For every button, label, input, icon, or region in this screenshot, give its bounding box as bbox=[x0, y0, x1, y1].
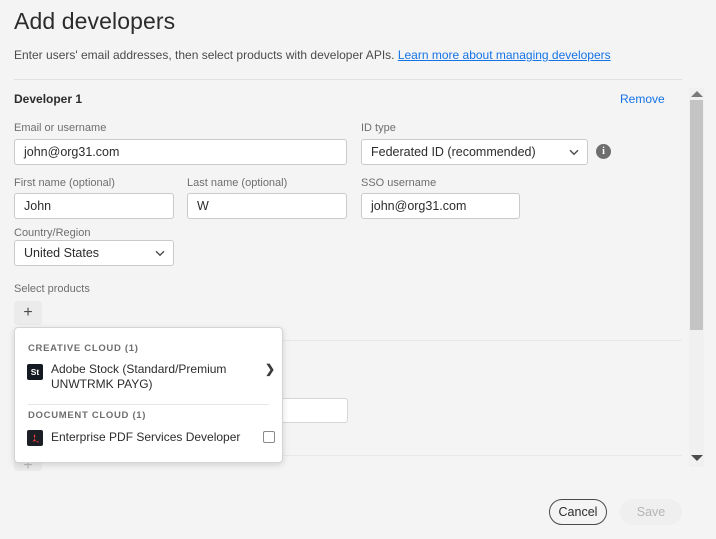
first-name-label: First name (optional) bbox=[14, 177, 115, 189]
save-button[interactable]: Save bbox=[620, 499, 682, 525]
id-type-select[interactable]: Federated ID (recommended) bbox=[361, 139, 588, 165]
subtitle-text: Enter users' email addresses, then selec… bbox=[14, 48, 395, 62]
country-label: Country/Region bbox=[14, 227, 91, 239]
product-selection-popup: CREATIVE CLOUD (1) St Adobe Stock (Stand… bbox=[14, 327, 283, 463]
last-name-input[interactable]: W bbox=[187, 193, 347, 219]
page-title: Add developers bbox=[14, 8, 176, 34]
product-group-heading-document-cloud: DOCUMENT CLOUD (1) bbox=[28, 410, 147, 421]
sso-username-input[interactable]: john@org31.com bbox=[361, 193, 520, 219]
scroll-down-arrow-icon[interactable] bbox=[691, 455, 703, 461]
email-input[interactable]: john@org31.com bbox=[14, 139, 347, 165]
page-subtitle: Enter users' email addresses, then selec… bbox=[14, 48, 611, 62]
add-product-button[interactable]: + bbox=[14, 301, 42, 325]
add-developers-dialog: Add developers Enter users' email addres… bbox=[0, 0, 716, 539]
product-name-enterprise-pdf: Enterprise PDF Services Developer bbox=[51, 430, 241, 444]
select-products-label: Select products bbox=[14, 283, 90, 295]
developer-section-label: Developer 1 bbox=[14, 92, 83, 106]
info-icon[interactable]: i bbox=[596, 144, 611, 159]
chevron-down-icon bbox=[569, 149, 579, 156]
product-group-heading-creative-cloud: CREATIVE CLOUD (1) bbox=[28, 343, 139, 354]
first-name-input[interactable]: John bbox=[14, 193, 174, 219]
remove-developer-link[interactable]: Remove bbox=[620, 92, 665, 106]
id-type-label: ID type bbox=[361, 122, 396, 134]
scroll-up-arrow-icon[interactable] bbox=[691, 91, 703, 97]
cancel-button[interactable]: Cancel bbox=[549, 499, 607, 525]
header-divider bbox=[14, 79, 682, 80]
product-row-enterprise-pdf[interactable]: Enterprise PDF Services Developer bbox=[15, 429, 282, 451]
country-select[interactable]: United States bbox=[14, 240, 174, 266]
acrobat-icon bbox=[27, 430, 43, 446]
country-value: United States bbox=[24, 246, 100, 260]
learn-more-link[interactable]: Learn more about managing developers bbox=[398, 48, 611, 62]
vertical-scrollbar-thumb[interactable] bbox=[690, 100, 703, 330]
email-label: Email or username bbox=[14, 122, 107, 134]
chevron-down-icon bbox=[155, 250, 165, 257]
popup-group-divider bbox=[28, 404, 269, 405]
last-name-label: Last name (optional) bbox=[187, 177, 288, 189]
sso-username-label: SSO username bbox=[361, 177, 437, 189]
adobe-stock-icon: St bbox=[27, 364, 43, 380]
product-row-adobe-stock[interactable]: St Adobe Stock (Standard/Premium UNWTRMK… bbox=[15, 362, 282, 396]
product-checkbox-enterprise-pdf[interactable] bbox=[263, 431, 275, 443]
id-type-value: Federated ID (recommended) bbox=[371, 145, 536, 159]
chevron-right-icon[interactable]: ❯ bbox=[265, 362, 275, 376]
product-name-adobe-stock: Adobe Stock (Standard/Premium UNWTRMK PA… bbox=[51, 362, 227, 391]
